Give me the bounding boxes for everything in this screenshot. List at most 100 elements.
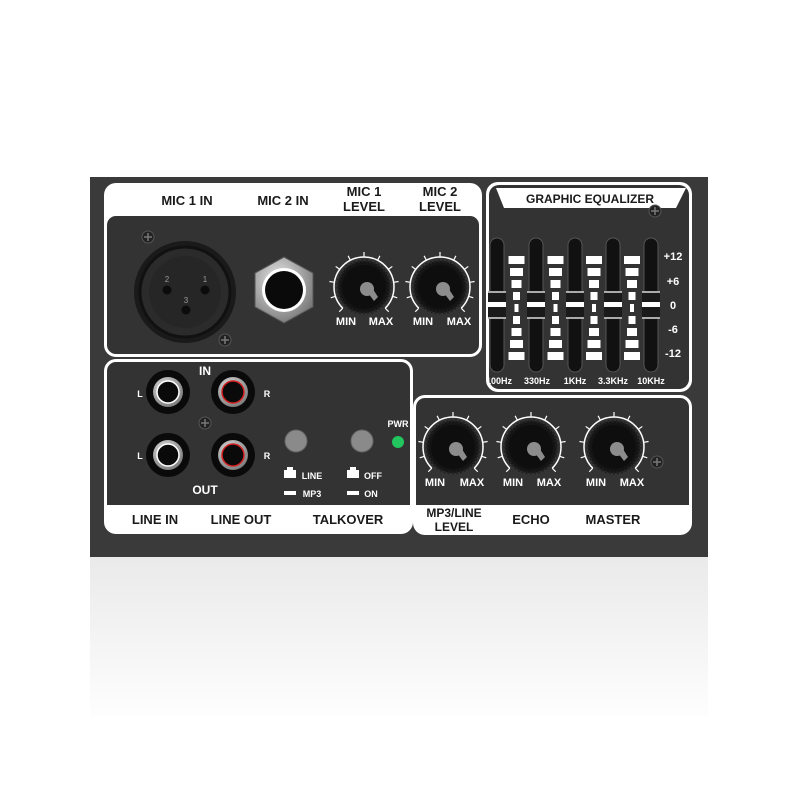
xlr-pin-3: 3 [184, 296, 189, 305]
eq-ladder-step [590, 316, 598, 324]
knob-tick [496, 440, 502, 443]
eq-band-label: 100Hz [486, 376, 513, 386]
label-mic1-level-2: LEVEL [343, 199, 385, 214]
line-mp3-switch-button[interactable] [284, 429, 308, 453]
eq-thumb-line [527, 317, 545, 319]
label-talkover: TALKOVER [313, 512, 384, 527]
eq-ladder-step [549, 268, 562, 276]
mic2-max-label: MAX [447, 316, 472, 328]
screw-icon [218, 333, 232, 347]
eq-ladder-step [627, 280, 637, 288]
eq-scale-plus12: +12 [664, 251, 683, 263]
eq-ladder-step [550, 280, 561, 288]
levels-section: MIN MAX MIN MAX MIN MAX MP3/LINE LEVEL E… [413, 395, 692, 535]
screw-icon [650, 455, 664, 469]
talkover-switch-button[interactable] [350, 429, 374, 453]
xlr-pin-2: 2 [165, 275, 170, 284]
label-line-in: LINE IN [132, 512, 178, 527]
eq-band-label: 1KHz [564, 376, 587, 386]
xlr-pin-1: 1 [203, 275, 208, 284]
label-l: L [137, 389, 143, 399]
master-min-label: MIN [586, 477, 606, 489]
label-r: R [264, 389, 271, 399]
eq-thumb-line [604, 317, 622, 319]
eq-ladder-step [628, 292, 636, 300]
mic2-min-label: MIN [413, 316, 433, 328]
label-mic2-level-2: LEVEL [419, 199, 461, 214]
knob-pointer-head [527, 442, 541, 456]
eq-thumb-line [642, 302, 660, 307]
eq-ladder-step [586, 352, 602, 360]
graphic-equalizer: GRAPHIC EQUALIZER +12 +6 0 -6 -12 100Hz … [486, 182, 692, 392]
rca-in-right-jack[interactable] [211, 370, 255, 414]
eq-ladder-step [510, 340, 523, 348]
eq-ladder-step [508, 352, 525, 360]
eq-scale-minus6: -6 [668, 324, 678, 336]
rca-in-left-jack[interactable] [146, 370, 190, 414]
echo-min-label: MIN [503, 477, 523, 489]
eq-ladder-step [549, 340, 562, 348]
eq-slider-1KHz[interactable] [566, 237, 584, 373]
eq-title: GRAPHIC EQUALIZER [526, 192, 654, 206]
eq-thumb-line [642, 291, 660, 293]
eq-ladder-step [589, 280, 599, 288]
eq-ladder-step [628, 316, 636, 324]
eq-slider-330Hz[interactable] [527, 237, 545, 373]
eq-thumb-line [488, 291, 506, 293]
rca-hole [221, 380, 245, 404]
eq-slider-10KHz[interactable] [642, 237, 660, 373]
knob-pointer-head [449, 442, 463, 456]
knob-tick [469, 280, 475, 283]
label-mic2-in: MIC 2 IN [257, 193, 308, 208]
label-mic2-level-1: MIC 2 [423, 184, 458, 199]
eq-ladder-step [552, 316, 559, 324]
rca-out-left-jack[interactable] [146, 433, 190, 477]
eq-ladder-step [552, 292, 559, 300]
mp3-max-label: MAX [460, 477, 485, 489]
eq-ladder-step [508, 256, 525, 264]
eq-thumb-line [488, 302, 506, 307]
line-io-section: IN OUT L L R R LINE MP3 OFF ON PWR LINE … [104, 359, 413, 534]
knob-tick [393, 280, 399, 283]
rca-hole [156, 443, 180, 467]
screw-icon [648, 204, 662, 218]
label-echo: ECHO [512, 512, 550, 527]
eq-thumb-line [566, 302, 584, 307]
eq-slider-3.3KHz[interactable] [604, 237, 622, 373]
eq-ladder-step [547, 256, 564, 264]
knob-pointer-head [436, 282, 450, 296]
eq-ladder-step [625, 340, 639, 348]
eq-scale-plus6: +6 [667, 276, 680, 288]
rca-hole [221, 443, 245, 467]
rca-hole [156, 380, 180, 404]
knob-tick [329, 280, 335, 283]
switch1-line-label: LINE [302, 471, 323, 481]
rca-out-right-jack[interactable] [211, 433, 255, 477]
eq-ladder-step [553, 304, 558, 312]
label-out: OUT [192, 483, 218, 497]
knob-tick [405, 280, 411, 283]
eq-ladder-step [511, 328, 522, 336]
label-mp3-line-level-1: MP3/LINE [426, 506, 481, 520]
knob-tick [482, 440, 488, 443]
pwr-led [392, 436, 404, 448]
label-line-out: LINE OUT [211, 512, 272, 527]
knob-pointer-head [360, 282, 374, 296]
knob-tick [560, 440, 566, 443]
xlr-mic1-jack[interactable]: 1 2 3 [134, 241, 236, 343]
eq-ladder-step [625, 268, 639, 276]
label-r: R [264, 451, 271, 461]
eq-scale-minus12: -12 [665, 348, 681, 360]
eq-ladder-step [592, 304, 596, 312]
knob-tick [579, 440, 585, 443]
mic1-min-label: MIN [336, 316, 356, 328]
eq-ladder-step [590, 292, 598, 300]
eq-thumb-line [642, 317, 660, 319]
eq-band-label: 3.3KHz [598, 376, 629, 386]
label-mic1-in: MIC 1 IN [161, 193, 212, 208]
eq-slider-100Hz[interactable] [488, 237, 506, 373]
eq-ladder-step [586, 256, 602, 264]
eq-thumb-line [527, 291, 545, 293]
screw-icon [198, 416, 212, 430]
eq-ladder-step [514, 304, 519, 312]
